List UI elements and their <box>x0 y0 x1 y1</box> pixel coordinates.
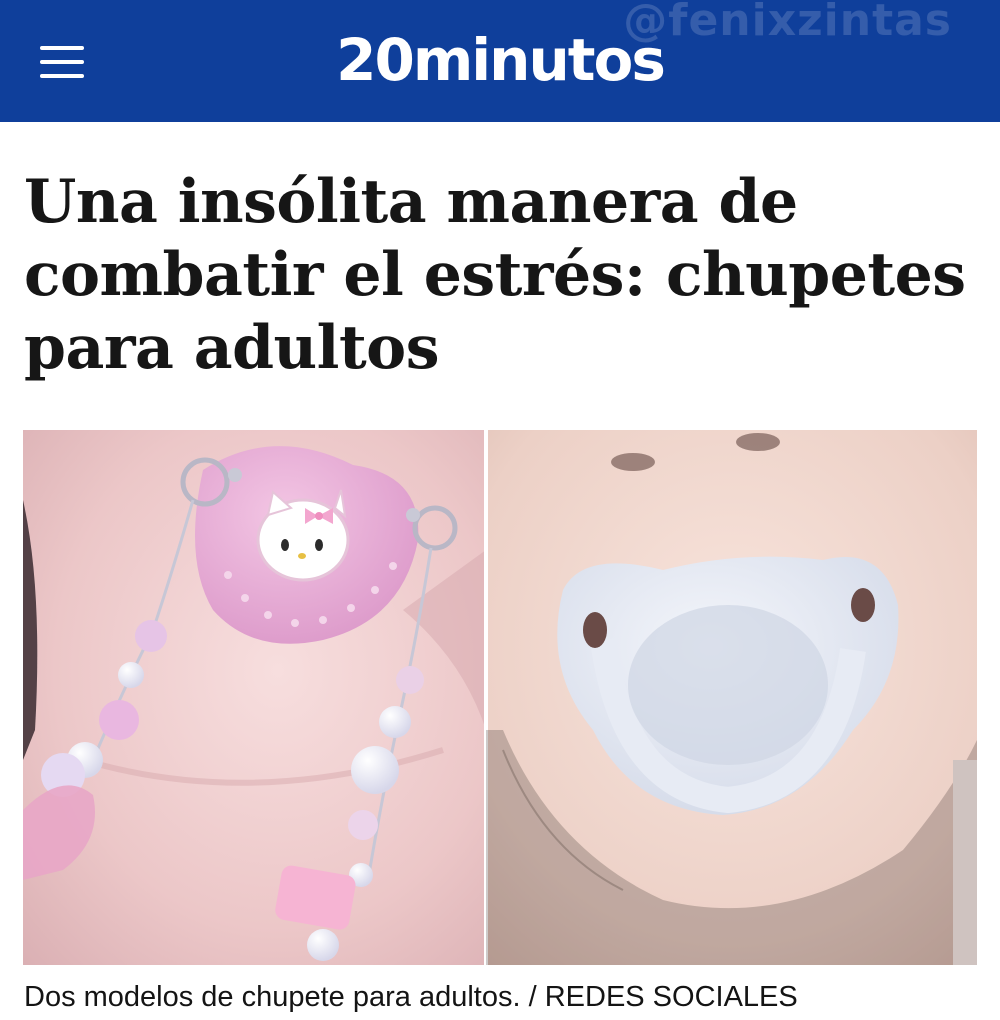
collar-pattern <box>953 760 977 965</box>
nostril <box>736 433 780 451</box>
pacifier-center <box>628 605 828 765</box>
nostril <box>611 453 655 471</box>
vent-hole <box>583 612 607 648</box>
article-photo <box>23 430 977 965</box>
article-headline: Una insólita manera de combatir el estré… <box>24 167 966 383</box>
watermark: @fenixzintas <box>623 0 952 46</box>
vent-hole <box>851 588 875 622</box>
top-bar: 20minutos @fenixzintas <box>0 0 1000 122</box>
image-caption: Dos modelos de chupete para adultos. / R… <box>24 981 798 1013</box>
article-image <box>23 430 977 965</box>
